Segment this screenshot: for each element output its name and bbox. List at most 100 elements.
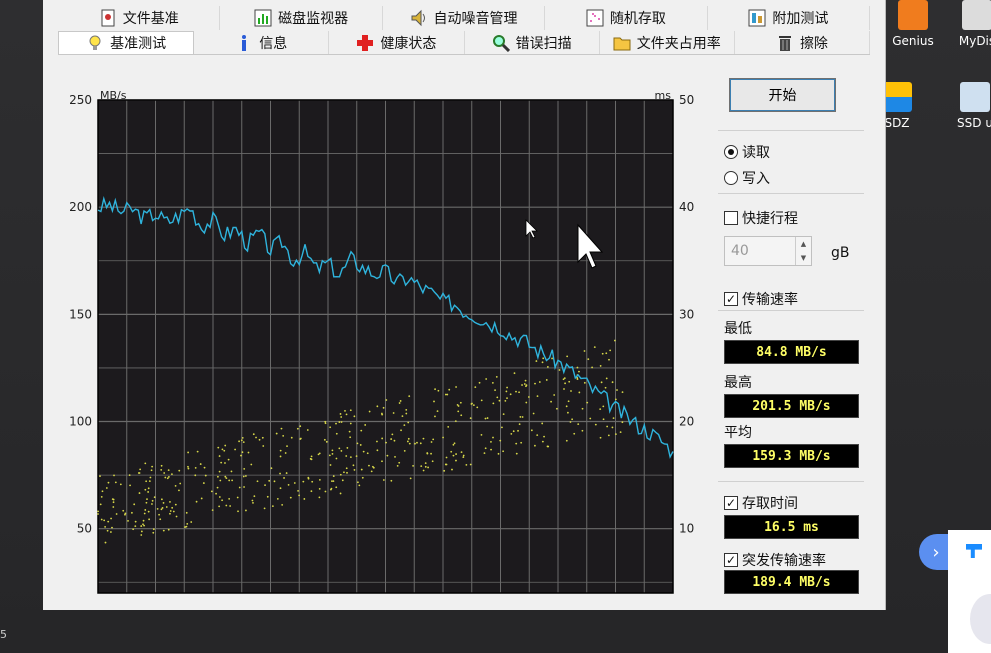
access-time-point: [505, 390, 508, 393]
access-time-checkbox[interactable]: ✓ 存取时间: [724, 493, 798, 513]
access-time-point: [484, 417, 487, 420]
access-time-point: [217, 446, 220, 449]
read-mode-radio[interactable]: 读取: [724, 142, 770, 162]
access-time-point: [203, 466, 206, 469]
access-time-point: [241, 436, 244, 439]
chevron-down-icon[interactable]: ▼: [801, 254, 806, 262]
burst-rate-checkbox[interactable]: ✓ 突发传输速率: [724, 550, 826, 570]
access-time-point: [303, 498, 306, 500]
tab-info[interactable]: 信息: [194, 31, 330, 54]
access-time-point: [111, 526, 113, 529]
side-popup-panel[interactable]: [948, 530, 991, 653]
quick-stroke-size-stepper[interactable]: 40 ▲ ▼: [724, 236, 812, 266]
chevron-up-icon[interactable]: ▲: [801, 240, 806, 248]
access-time-point: [562, 378, 565, 381]
access-time-point: [490, 440, 492, 443]
desktop-icon-ssd[interactable]: SSD u: [940, 82, 991, 130]
access-time-point: [158, 513, 160, 516]
tab-disk-monitor[interactable]: 磁盘监视器: [220, 6, 383, 30]
access-time-point: [151, 499, 154, 502]
access-time-point: [172, 510, 175, 513]
quick-stroke-checkbox[interactable]: 快捷行程: [724, 208, 798, 228]
access-time-point: [349, 456, 352, 459]
tab-extra-tests[interactable]: 附加测试: [708, 6, 871, 30]
access-time-point: [324, 422, 327, 425]
access-time-point: [520, 441, 523, 444]
access-time-point: [611, 381, 614, 384]
access-time-point: [432, 438, 435, 441]
access-time-point: [146, 498, 148, 501]
access-time-point: [216, 486, 219, 489]
max-value-display: 201.5 MB/s: [724, 394, 859, 418]
desktop-icon-genius[interactable]: Genius: [878, 0, 948, 48]
access-time-point: [470, 403, 473, 405]
write-mode-label: 写入: [742, 171, 770, 187]
access-time-point: [331, 449, 334, 452]
access-time-point: [283, 477, 285, 479]
access-time-point: [541, 361, 544, 364]
access-time-point: [407, 437, 410, 440]
access-time-point: [434, 415, 436, 418]
access-time-point: [344, 409, 346, 412]
sdz-app-icon: [882, 82, 912, 112]
access-time-point: [178, 469, 181, 472]
hdtune-window: 文件基准 磁盘监视器 自动噪音管理 随机存取 附加测试 基准测试 信息 健康状态…: [43, 0, 886, 610]
start-button[interactable]: 开始: [729, 78, 836, 112]
tab-benchmark[interactable]: 基准测试: [58, 31, 195, 54]
access-time-point: [139, 468, 142, 471]
tab-label: 文件夹占用率: [636, 35, 721, 52]
access-time-point: [263, 507, 266, 510]
access-time-point: [223, 449, 226, 452]
access-time-point: [103, 519, 106, 522]
access-time-point: [215, 492, 217, 495]
write-mode-radio[interactable]: 写入: [724, 168, 770, 188]
access-time-point: [324, 420, 327, 423]
access-time-point: [119, 483, 122, 486]
desktop-icon-label: Genius: [892, 34, 934, 48]
quick-stroke-unit: gB: [831, 245, 850, 261]
tab-file-benchmark[interactable]: 文件基准: [58, 6, 221, 30]
access-time-point: [224, 444, 227, 447]
access-time-point: [420, 465, 423, 468]
access-time-point: [218, 496, 221, 498]
access-time-point: [317, 453, 320, 456]
access-time-point: [433, 400, 435, 403]
access-time-point: [376, 449, 379, 452]
access-time-point: [454, 420, 457, 422]
access-time-point: [368, 410, 371, 413]
access-time-point: [323, 438, 326, 441]
access-time-point: [225, 504, 228, 507]
access-time-point: [253, 495, 256, 498]
access-time-point: [250, 463, 253, 466]
access-time-point: [335, 486, 338, 489]
tab-error-scan[interactable]: 错误扫描: [465, 31, 600, 54]
tab-noise-management[interactable]: 自动噪音管理: [383, 6, 546, 30]
access-time-point: [261, 436, 264, 439]
transfer-rate-checkbox[interactable]: ✓ 传输速率: [724, 289, 798, 309]
tab-random-access[interactable]: 随机存取: [545, 6, 708, 30]
tab-folder-usage[interactable]: 文件夹占用率: [600, 31, 735, 54]
access-time-point: [502, 413, 505, 416]
desktop-icon-mydisk[interactable]: MyDis: [942, 0, 991, 48]
access-time-point: [307, 477, 310, 480]
access-time-point: [339, 413, 342, 415]
access-time-point: [613, 339, 616, 342]
access-time-point: [568, 380, 571, 383]
access-time-point: [335, 457, 338, 460]
magnifier-icon: [492, 34, 510, 52]
stepper-arrows[interactable]: ▲ ▼: [795, 237, 811, 265]
access-time-point: [164, 476, 167, 479]
tab-health[interactable]: 健康状态: [329, 31, 465, 54]
access-time-point: [394, 455, 396, 458]
access-time-point: [469, 417, 472, 420]
access-time-point: [167, 469, 170, 471]
access-time-point: [452, 443, 455, 446]
access-time-point: [498, 399, 501, 402]
access-time-point: [178, 489, 180, 492]
access-time-point: [97, 510, 99, 513]
access-time-point: [518, 423, 521, 426]
access-time-point: [593, 346, 596, 349]
access-time-point: [149, 476, 152, 479]
access-time-point: [542, 357, 545, 360]
tab-erase[interactable]: 擦除: [735, 31, 871, 54]
